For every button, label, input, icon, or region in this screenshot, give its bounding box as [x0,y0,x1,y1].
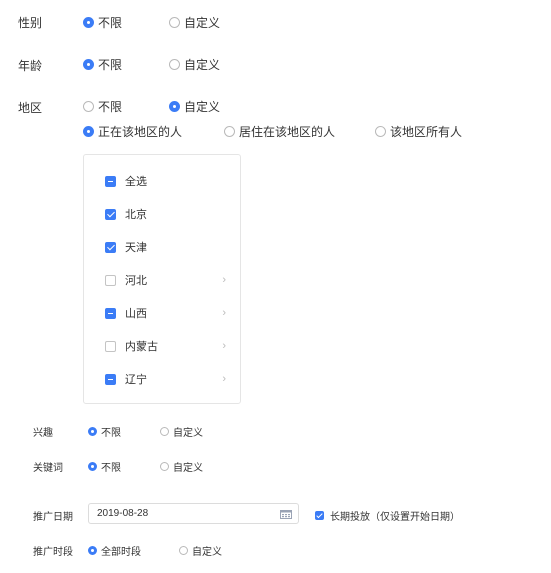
region-label: 地区 [18,101,43,115]
tree-item-select-all[interactable]: 全选 [105,173,226,189]
chevron-right-icon[interactable]: › [222,373,226,385]
promo-time-option-custom[interactable]: 自定义 [179,543,222,558]
radio-unselected-icon [375,126,386,137]
keyword-option-custom[interactable]: 自定义 [160,459,203,474]
radio-selected-icon [88,546,97,555]
region-scope-current[interactable]: 正在该地区的人 [83,123,182,140]
gender-label: 性别 [18,16,43,30]
promo-time-option-all[interactable]: 全部时段 [88,543,141,558]
region-option-custom[interactable]: 自定义 [169,98,220,115]
checkbox-partial-icon [105,307,116,319]
checkbox-checked-icon [105,208,116,220]
age-option-unlimited[interactable]: 不限 [83,56,122,73]
gender-option-custom[interactable]: 自定义 [169,14,220,31]
region-option-unlimited[interactable]: 不限 [83,98,122,115]
radio-selected-icon [83,126,94,137]
interest-option-unlimited[interactable]: 不限 [88,424,121,439]
checkbox-partial-icon [105,373,116,385]
tree-item-tianjin[interactable]: 天津 [105,239,226,255]
keyword-option-unlimited[interactable]: 不限 [88,459,121,474]
radio-unselected-icon [160,427,169,436]
region-tree-panel: 全选 北京 天津 河北 › 山西 › 内蒙古 › 辽宁 › [83,154,241,404]
gender-option-unlimited[interactable]: 不限 [83,14,122,31]
radio-unselected-icon [160,462,169,471]
checkbox-checked-icon [315,511,324,520]
region-scope-resident[interactable]: 居住在该地区的人 [224,123,335,140]
age-label: 年龄 [18,59,43,73]
radio-unselected-icon [169,59,180,70]
long-term-checkbox[interactable]: 长期投放（仅设置开始日期） [315,508,460,523]
radio-selected-icon [88,462,97,471]
radio-unselected-icon [179,546,188,555]
radio-selected-icon [83,59,94,70]
keyword-label: 关键词 [33,463,63,474]
checkbox-partial-icon [105,175,116,187]
promo-date-input[interactable]: 2019-08-28 [88,503,299,524]
radio-selected-icon [88,427,97,436]
radio-selected-icon [169,101,180,112]
region-scope-all[interactable]: 该地区所有人 [375,123,462,140]
tree-item-hebei[interactable]: 河北 › [105,272,226,288]
age-option-custom[interactable]: 自定义 [169,56,220,73]
promo-time-label: 推广时段 [33,547,73,558]
radio-unselected-icon [224,126,235,137]
calendar-icon[interactable] [280,509,292,519]
tree-item-inner-mongolia[interactable]: 内蒙古 › [105,338,226,354]
promo-date-label: 推广日期 [33,512,73,523]
chevron-right-icon[interactable]: › [222,340,226,352]
checkbox-unchecked-icon [105,274,116,286]
checkbox-unchecked-icon [105,340,116,352]
interest-label: 兴趣 [33,428,53,439]
chevron-right-icon[interactable]: › [222,307,226,319]
radio-selected-icon [83,17,94,28]
interest-option-custom[interactable]: 自定义 [160,424,203,439]
chevron-right-icon[interactable]: › [222,274,226,286]
radio-unselected-icon [83,101,94,112]
tree-item-shanxi[interactable]: 山西 › [105,305,226,321]
tree-item-liaoning[interactable]: 辽宁 › [105,371,226,387]
tree-item-beijing[interactable]: 北京 [105,206,226,222]
checkbox-checked-icon [105,241,116,253]
radio-unselected-icon [169,17,180,28]
